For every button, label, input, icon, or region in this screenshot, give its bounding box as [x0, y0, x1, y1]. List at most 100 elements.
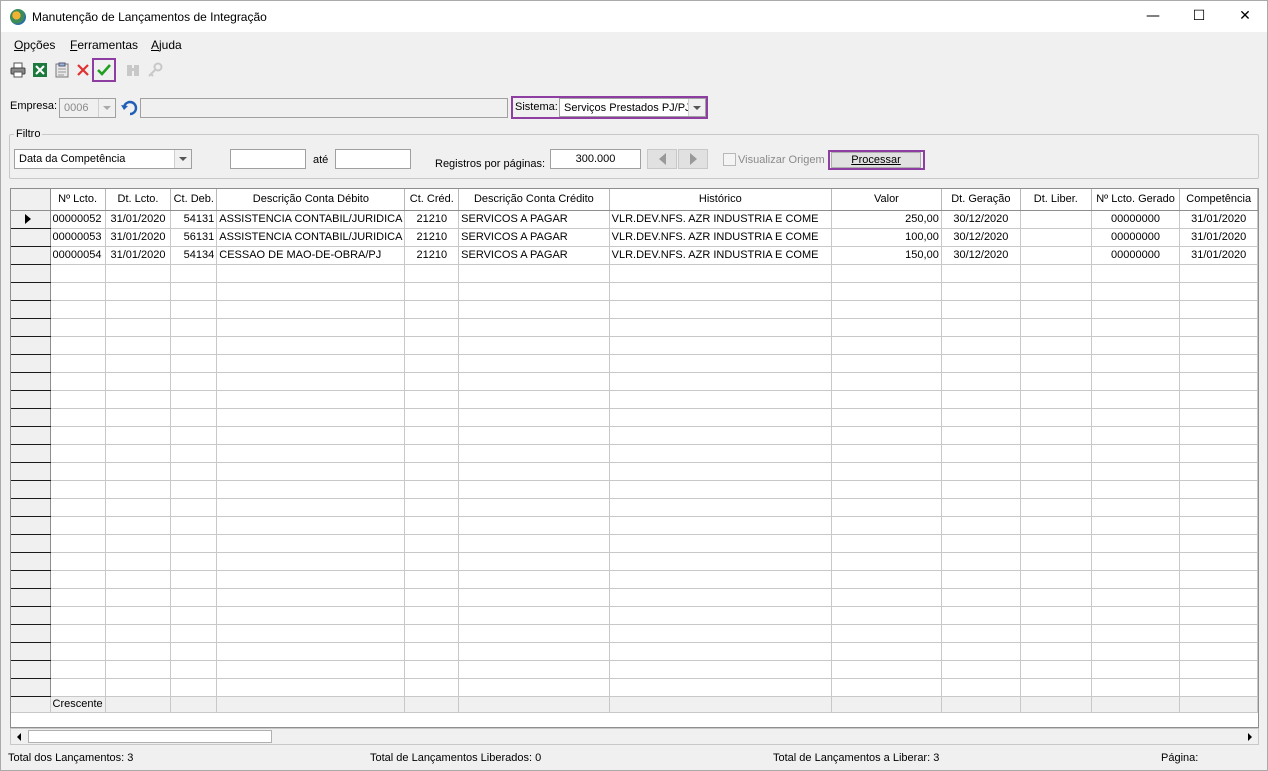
menu-opcoes[interactable]: Opções: [14, 38, 55, 52]
empty-cell: [458, 678, 610, 697]
row-indicator[interactable]: [11, 228, 51, 247]
table-cell[interactable]: 31/01/2020: [105, 210, 172, 229]
table-cell[interactable]: CESSAO DE MAO-DE-OBRA/PJ: [216, 246, 406, 265]
table-cell[interactable]: 21210: [404, 228, 460, 247]
empty-cell: [941, 552, 1021, 571]
table-cell[interactable]: ASSISTENCIA CONTABIL/JURIDICA: [216, 228, 406, 247]
scroll-left-icon[interactable]: [11, 729, 27, 744]
excel-export-icon[interactable]: [30, 60, 50, 80]
table-cell[interactable]: 00000000: [1091, 210, 1181, 229]
lancamentos-grid[interactable]: Nº Lcto. Dt. Lcto. Ct. Deb. Descrição Co…: [10, 188, 1259, 728]
table-cell[interactable]: SERVICOS A PAGAR: [458, 246, 610, 265]
table-cell[interactable]: SERVICOS A PAGAR: [458, 228, 610, 247]
empty-row: [11, 642, 1258, 661]
table-cell[interactable]: 00000000: [1091, 246, 1181, 265]
visualizar-origem-checkbox[interactable]: [723, 153, 736, 166]
delete-icon[interactable]: [73, 60, 93, 80]
filtro-type-combo[interactable]: Data da Competência: [14, 149, 192, 169]
column-header[interactable]: Ct. Deb.: [170, 189, 218, 211]
table-cell[interactable]: 30/12/2020: [941, 246, 1021, 265]
table-cell[interactable]: 00000053: [50, 228, 106, 247]
table-cell[interactable]: 31/01/2020: [1179, 246, 1258, 265]
sistema-combo[interactable]: Serviços Prestados PJ/PJ: [559, 98, 706, 117]
table-cell[interactable]: 30/12/2020: [941, 228, 1021, 247]
table-cell[interactable]: ASSISTENCIA CONTABIL/JURIDICA: [216, 210, 406, 229]
empty-cell: [941, 480, 1021, 499]
column-header[interactable]: Dt. Lcto.: [105, 189, 172, 211]
table-cell[interactable]: 00000054: [50, 246, 106, 265]
column-header[interactable]: Ct. Créd.: [404, 189, 460, 211]
per-page-label: Registros por páginas:: [435, 158, 546, 170]
empty-cell: [1179, 660, 1258, 679]
table-cell[interactable]: 30/12/2020: [941, 210, 1021, 229]
per-page-input[interactable]: 300.000: [550, 149, 641, 169]
previous-page-button[interactable]: [647, 149, 677, 169]
scroll-thumb[interactable]: [28, 730, 272, 743]
table-cell[interactable]: 250,00: [831, 210, 942, 229]
table-cell[interactable]: 54134: [170, 246, 218, 265]
empty-cell: [170, 552, 218, 571]
processar-button[interactable]: Processar: [831, 152, 921, 168]
column-header[interactable]: Descrição Conta Débito: [216, 189, 406, 211]
table-cell[interactable]: 31/01/2020: [105, 246, 172, 265]
column-header[interactable]: Competência: [1179, 189, 1258, 211]
table-cell[interactable]: [1020, 246, 1092, 265]
date-to-input[interactable]: [335, 149, 411, 169]
empty-cell: [609, 534, 833, 553]
column-header[interactable]: Nº Lcto. Gerado: [1091, 189, 1181, 211]
date-from-input[interactable]: [230, 149, 306, 169]
column-header[interactable]: Descrição Conta Crédito: [458, 189, 610, 211]
chevron-down-icon[interactable]: [688, 99, 705, 116]
column-header[interactable]: Valor: [831, 189, 942, 211]
empty-row: [11, 462, 1258, 481]
table-row[interactable]: 00000052 31/01/2020 54131 ASSISTENCIA CONTA…: [11, 210, 1258, 229]
clipboard-icon[interactable]: [52, 60, 72, 80]
table-row[interactable]: 00000054 31/01/2020 54134 CESSAO DE MAO-DE-…: [11, 246, 1258, 265]
menu-ajuda[interactable]: Ajuda: [151, 38, 182, 52]
table-cell[interactable]: 00000000: [1091, 228, 1181, 247]
table-cell[interactable]: VLR.DEV.NFS. AZR INDUSTRIA E COME: [609, 228, 833, 247]
table-cell[interactable]: 21210: [404, 210, 460, 229]
scroll-right-icon[interactable]: [1242, 729, 1258, 744]
table-cell[interactable]: 00000052: [50, 210, 106, 229]
empty-cell: [831, 426, 942, 445]
table-cell[interactable]: 21210: [404, 246, 460, 265]
empty-cell: [458, 354, 610, 373]
minimize-button[interactable]: —: [1130, 1, 1176, 32]
print-icon[interactable]: [8, 60, 28, 80]
chevron-down-icon[interactable]: [174, 150, 191, 168]
column-header[interactable]: Dt. Liber.: [1020, 189, 1092, 211]
menu-ferramentas[interactable]: Ferramentas: [70, 38, 138, 52]
column-header[interactable]: Histórico: [609, 189, 833, 211]
table-cell[interactable]: [1020, 228, 1092, 247]
table-cell[interactable]: 100,00: [831, 228, 942, 247]
table-cell[interactable]: 31/01/2020: [1179, 228, 1258, 247]
table-cell[interactable]: SERVICOS A PAGAR: [458, 210, 610, 229]
row-indicator[interactable]: [11, 210, 51, 229]
row-indicator[interactable]: [11, 246, 51, 265]
table-cell[interactable]: 150,00: [831, 246, 942, 265]
undo-icon[interactable]: [119, 98, 139, 118]
next-page-button[interactable]: [678, 149, 708, 169]
table-cell[interactable]: 54131: [170, 210, 218, 229]
table-cell[interactable]: 56131: [170, 228, 218, 247]
empresa-combo[interactable]: 0006: [59, 98, 116, 118]
confirm-icon[interactable]: [92, 58, 116, 82]
column-header[interactable]: Nº Lcto.: [50, 189, 106, 211]
column-header[interactable]: Dt. Geração: [941, 189, 1021, 211]
table-cell[interactable]: 31/01/2020: [105, 228, 172, 247]
empty-cell: [1091, 300, 1181, 319]
close-button[interactable]: ✕: [1222, 1, 1268, 32]
window-title: Manutenção de Lançamentos de Integração: [32, 10, 267, 24]
empty-cell: [216, 534, 406, 553]
table-cell[interactable]: [1020, 210, 1092, 229]
empty-cell: [216, 300, 406, 319]
maximize-button[interactable]: ☐: [1176, 1, 1222, 32]
empty-cell: [404, 282, 460, 301]
horizontal-scrollbar[interactable]: [10, 728, 1259, 745]
table-row[interactable]: 00000053 31/01/2020 56131 ASSISTENCIA CONTA…: [11, 228, 1258, 247]
table-cell[interactable]: VLR.DEV.NFS. AZR INDUSTRIA E COME: [609, 246, 833, 265]
table-cell[interactable]: VLR.DEV.NFS. AZR INDUSTRIA E COME: [609, 210, 833, 229]
chevron-down-icon[interactable]: [98, 99, 115, 117]
table-cell[interactable]: 31/01/2020: [1179, 210, 1258, 229]
